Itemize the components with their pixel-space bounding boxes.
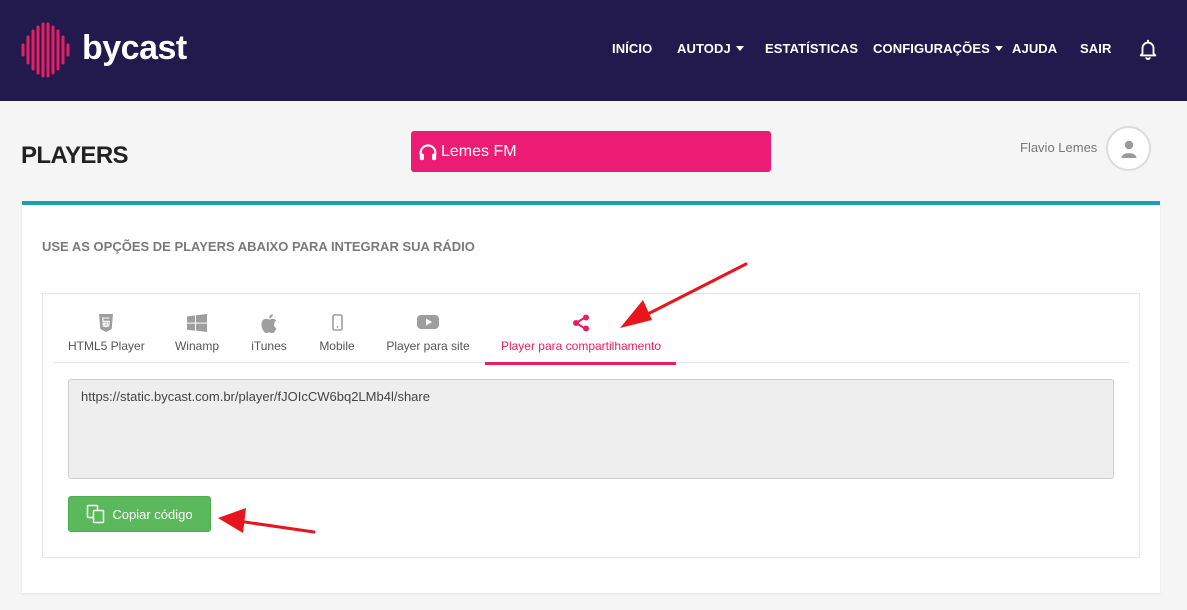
page-header: PLAYERS Lemes FM Flavio Lemes	[0, 101, 1187, 205]
windows-icon	[187, 314, 207, 332]
copy-button-label: Copiar código	[112, 506, 193, 522]
html5-icon	[99, 314, 113, 332]
nav-item-sair[interactable]: SAIR	[1080, 41, 1111, 56]
caret-down-icon	[735, 46, 744, 52]
avatar[interactable]	[1106, 126, 1151, 171]
share-code-textarea[interactable]: https://static.bycast.com.br/player/fJOI…	[68, 379, 1114, 479]
tab-html5-player[interactable]: HTML5 Player	[68, 314, 145, 353]
youtube-icon	[417, 315, 439, 329]
tab-mobile[interactable]: Mobile	[318, 314, 356, 353]
page-title: PLAYERS	[21, 142, 129, 169]
copy-icon	[87, 504, 105, 524]
nav-item-label: CONFIGURAÇÕES	[873, 41, 990, 56]
tab-player-para-site[interactable]: Player para site	[386, 314, 470, 353]
nav-item-ajuda[interactable]: AJUDA	[1012, 41, 1057, 56]
nav-item-label: SAIR	[1080, 41, 1112, 56]
active-tab-indicator	[485, 362, 676, 365]
players-tab-container: HTML5 Player Winamp iTunes Mobile Player…	[42, 293, 1140, 558]
nav-item-label: AJUDA	[1012, 41, 1058, 56]
user-icon	[1121, 140, 1136, 158]
tab-player-para-compartilhamento[interactable]: Player para compartilhamento	[500, 314, 662, 353]
nav-item-label: AUTODJ	[677, 41, 731, 56]
copy-code-button[interactable]: Copiar código	[68, 496, 211, 532]
user-name[interactable]: Flavio Lemes	[1020, 140, 1097, 155]
nav-item-autodj[interactable]: AUTODJ	[677, 41, 744, 56]
panel-heading: USE AS OPÇÕES DE PLAYERS ABAIXO PARA INT…	[42, 239, 475, 254]
nav-item-inicio[interactable]: INÍCIO	[612, 41, 652, 56]
top-navbar: bycast INÍCIO AUTODJ ESTATÍSTICAS CONFIG…	[0, 0, 1187, 101]
caret-down-icon	[994, 46, 1003, 52]
tab-label: HTML5 Player	[68, 339, 145, 353]
tab-label: Winamp	[174, 339, 219, 353]
headphones-icon	[419, 143, 437, 160]
nav-item-estatisticas[interactable]: ESTATÍSTICAS	[765, 41, 858, 56]
nav-item-label: ESTATÍSTICAS	[765, 41, 859, 56]
tab-label: Mobile	[319, 339, 355, 353]
tab-winamp[interactable]: Winamp	[174, 314, 220, 353]
radio-name: Lemes FM	[441, 142, 517, 160]
tab-label: iTunes	[251, 339, 287, 353]
share-url-text: https://static.bycast.com.br/player/fJOI…	[81, 389, 430, 404]
nav-item-configuracoes[interactable]: CONFIGURAÇÕES	[873, 41, 1003, 56]
mobile-icon	[331, 314, 343, 331]
players-panel: USE AS OPÇÕES DE PLAYERS ABAIXO PARA INT…	[22, 201, 1160, 593]
radio-selector-button[interactable]: Lemes FM	[411, 131, 771, 172]
bell-icon[interactable]	[1137, 38, 1159, 65]
tab-label: Player para site	[386, 339, 470, 353]
tab-label: Player para compartilhamento	[500, 339, 662, 353]
share-icon	[573, 314, 589, 332]
nav-item-label: INÍCIO	[612, 41, 653, 56]
player-tabs: HTML5 Player Winamp iTunes Mobile Player…	[43, 294, 1139, 366]
apple-icon	[261, 314, 277, 333]
tab-itunes[interactable]: iTunes	[250, 314, 288, 353]
main-nav: INÍCIO AUTODJ ESTATÍSTICAS CONFIGURAÇÕES…	[0, 41, 1187, 61]
